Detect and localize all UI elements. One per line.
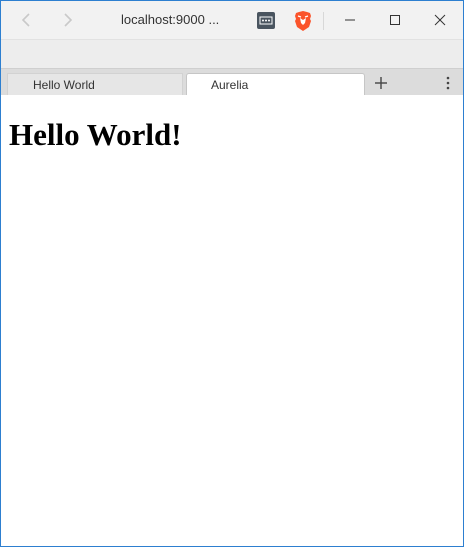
back-button[interactable]	[17, 10, 37, 30]
chevron-left-icon	[21, 13, 30, 27]
title-bar: localhost:9000 ...	[1, 1, 463, 39]
plus-icon	[375, 77, 387, 89]
page-heading: Hello World!	[9, 117, 182, 152]
address-text[interactable]: localhost:9000 ...	[121, 12, 219, 27]
minimize-icon	[345, 19, 355, 21]
toolbar-strip	[1, 39, 463, 69]
more-dots-icon	[259, 16, 273, 25]
brave-lion-icon	[295, 11, 311, 31]
maximize-icon	[390, 15, 400, 25]
maximize-button[interactable]	[372, 1, 418, 39]
tab-aurelia[interactable]: Aurelia	[186, 73, 365, 96]
browser-window: localhost:9000 ... Hello World Aurelia H…	[0, 0, 464, 547]
new-tab-button[interactable]	[372, 73, 390, 93]
page-content: Hello World!	[1, 95, 463, 546]
close-button[interactable]	[417, 1, 463, 39]
tab-label: Aurelia	[211, 78, 249, 92]
forward-button[interactable]	[57, 10, 77, 30]
close-icon	[434, 14, 446, 26]
chevron-right-icon	[64, 13, 73, 27]
tab-label: Hello World	[33, 78, 95, 92]
tab-hello-world[interactable]: Hello World	[7, 73, 183, 96]
menu-button[interactable]	[442, 75, 454, 91]
minimize-button[interactable]	[327, 1, 373, 39]
brave-shields-button[interactable]	[292, 10, 314, 32]
titlebar-separator	[323, 12, 324, 30]
extension-button[interactable]	[257, 12, 275, 29]
vertical-dots-icon	[446, 76, 450, 90]
tab-strip: Hello World Aurelia	[1, 68, 463, 96]
